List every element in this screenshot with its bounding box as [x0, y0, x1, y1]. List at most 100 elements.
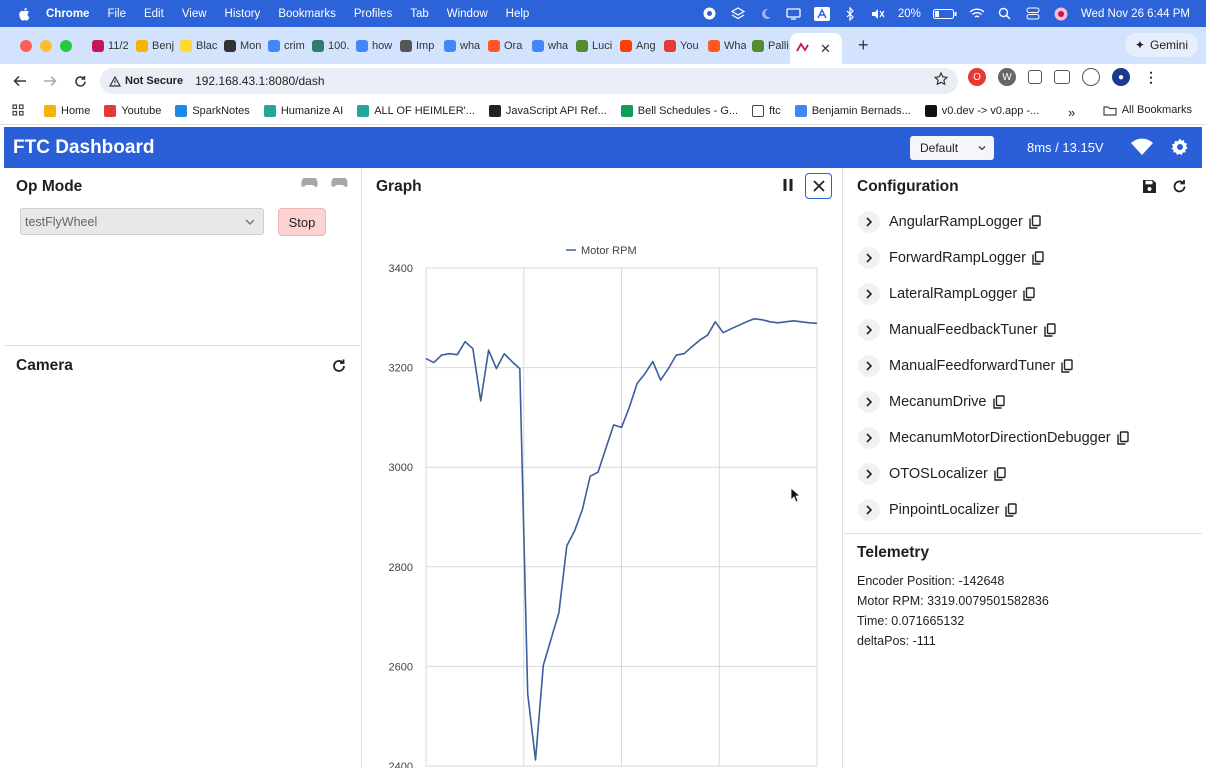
copy-icon[interactable]	[1061, 359, 1073, 373]
chevron-right-icon[interactable]	[858, 211, 880, 233]
browser-tab[interactable]: Imp	[394, 32, 438, 60]
security-chip[interactable]: Not Secure	[109, 75, 183, 87]
tab-search-icon[interactable]	[1054, 70, 1070, 84]
menu-bookmarks[interactable]: Bookmarks	[278, 8, 336, 20]
menu-window[interactable]: Window	[447, 8, 488, 20]
forward-arrow-icon[interactable]	[36, 67, 64, 95]
gemini-button[interactable]: ✦ Gemini	[1124, 33, 1198, 57]
display-icon[interactable]	[786, 7, 802, 21]
config-item[interactable]: OTOSLocalizer	[858, 462, 1006, 486]
copy-icon[interactable]	[1005, 503, 1018, 517]
menu-view[interactable]: View	[182, 8, 207, 20]
layout-select[interactable]: Default	[910, 136, 994, 160]
bookmark-item[interactable]: SparkNotes	[175, 105, 250, 117]
all-bookmarks-button[interactable]: All Bookmarks	[1103, 104, 1192, 116]
minimize-window-button[interactable]	[40, 39, 52, 52]
refresh-camera-icon[interactable]	[331, 358, 347, 379]
browser-tab[interactable]: Blac	[174, 32, 218, 60]
motor-rpm-line-chart[interactable]: 2400 2600 2800 3000 3200 3400 Motor RPM	[363, 209, 843, 768]
copy-icon[interactable]	[1032, 251, 1044, 265]
config-item[interactable]: MecanumDrive	[858, 390, 1005, 414]
config-item[interactable]: ManualFeedforwardTuner	[858, 354, 1073, 378]
apps-grid-icon[interactable]	[12, 103, 24, 119]
chevron-right-icon[interactable]	[858, 283, 880, 305]
menu-file[interactable]: File	[107, 8, 126, 20]
config-item[interactable]: PinpointLocalizer	[858, 498, 1018, 522]
zoom-window-button[interactable]	[60, 39, 72, 52]
profile-avatar-icon[interactable]: ●	[1112, 68, 1130, 86]
browser-tab[interactable]: how	[350, 32, 394, 60]
menu-history[interactable]: History	[225, 8, 261, 20]
chevron-right-icon[interactable]	[858, 427, 880, 449]
close-graph-button[interactable]	[805, 173, 832, 199]
config-item[interactable]: MecanumMotorDirectionDebugger	[858, 426, 1129, 450]
chevron-right-icon[interactable]	[858, 247, 880, 269]
record-icon[interactable]	[702, 7, 718, 21]
copy-icon[interactable]	[992, 395, 1005, 409]
tab-active-dashboard[interactable]: ✕	[790, 33, 842, 64]
close-window-button[interactable]	[20, 39, 32, 52]
bookmark-star-icon[interactable]	[933, 71, 949, 89]
bookmark-item[interactable]: Home	[44, 105, 90, 117]
reload-icon[interactable]	[66, 67, 94, 95]
user-avatar-icon[interactable]	[1053, 7, 1069, 21]
clock[interactable]: Wed Nov 26 6:44 PM	[1081, 8, 1190, 20]
config-item[interactable]: ManualFeedbackTuner	[858, 318, 1056, 342]
copy-icon[interactable]	[1116, 431, 1129, 445]
tab-close-icon[interactable]: ✕	[820, 41, 831, 57]
browser-tab[interactable]: 11/2	[86, 32, 130, 60]
chrome-menu-icon[interactable]: ⋮	[1142, 68, 1160, 86]
bookmark-item[interactable]: Youtube	[104, 105, 161, 117]
browser-tab[interactable]: Ora	[482, 32, 526, 60]
wifi-status-icon[interactable]	[969, 7, 985, 21]
opmode-select[interactable]: testFlyWheel	[20, 208, 264, 235]
puzzle-extensions-icon[interactable]	[1028, 70, 1042, 84]
mute-icon[interactable]	[870, 7, 886, 21]
stop-button[interactable]: Stop	[278, 208, 326, 236]
wordpress-extension-icon[interactable]: W	[998, 68, 1016, 86]
bookmark-item[interactable]: JavaScript API Ref...	[488, 105, 607, 117]
pause-icon[interactable]	[782, 178, 794, 197]
opera-extension-icon[interactable]: O	[968, 68, 986, 86]
browser-tab[interactable]: wha	[526, 32, 570, 60]
browser-tab[interactable]: Palli	[746, 32, 790, 60]
bookmark-item[interactable]: Bell Schedules - G...	[620, 105, 738, 117]
chevron-right-icon[interactable]	[858, 391, 880, 413]
config-item[interactable]: ForwardRampLogger	[858, 246, 1044, 270]
bookmark-item[interactable]: ALL OF HEIMLER'...	[357, 105, 475, 117]
back-arrow-icon[interactable]	[6, 67, 34, 95]
more-bookmarks-icon[interactable]: »	[1068, 105, 1075, 120]
copy-icon[interactable]	[1023, 287, 1035, 301]
bookmark-item[interactable]: Benjamin Bernads...	[794, 105, 911, 117]
battery-icon[interactable]	[932, 7, 957, 21]
settings-gear-icon[interactable]	[1170, 137, 1190, 162]
copy-icon[interactable]	[994, 467, 1006, 481]
bookmark-item[interactable]: Humanize AI	[263, 105, 343, 117]
bookmark-item[interactable]: v0.dev -> v0.app -...	[924, 105, 1039, 117]
config-item[interactable]: AngularRampLogger	[858, 210, 1041, 234]
bluetooth-icon[interactable]	[842, 6, 858, 21]
input-source-icon[interactable]	[813, 6, 830, 21]
spotlight-icon[interactable]	[997, 7, 1013, 21]
browser-tab[interactable]: You	[658, 32, 702, 60]
browser-tab[interactable]: wha	[438, 32, 482, 60]
menu-tab[interactable]: Tab	[410, 8, 429, 20]
chevron-right-icon[interactable]	[858, 499, 880, 521]
browser-tab[interactable]: 100.	[306, 32, 350, 60]
browser-tab[interactable]: Luci	[570, 32, 614, 60]
apple-icon[interactable]	[18, 7, 32, 21]
config-item[interactable]: LateralRampLogger	[858, 282, 1035, 306]
chevron-right-icon[interactable]	[858, 355, 880, 377]
bookmark-item[interactable]: ftc	[752, 105, 781, 117]
refresh-config-icon[interactable]	[1172, 179, 1187, 199]
sync-icon[interactable]	[1082, 68, 1100, 86]
browser-tab[interactable]: Wha	[702, 32, 746, 60]
address-bar[interactable]: Not Secure 192.168.43.1:8080/dash	[100, 68, 958, 94]
copy-icon[interactable]	[1043, 323, 1056, 337]
new-tab-icon[interactable]: +	[858, 35, 869, 56]
browser-tab[interactable]: crim	[262, 32, 306, 60]
url-text[interactable]: 192.168.43.1:8080/dash	[195, 74, 324, 88]
browser-tab[interactable]: Benj	[130, 32, 174, 60]
copy-icon[interactable]	[1029, 215, 1041, 229]
moon-icon[interactable]	[758, 7, 774, 21]
